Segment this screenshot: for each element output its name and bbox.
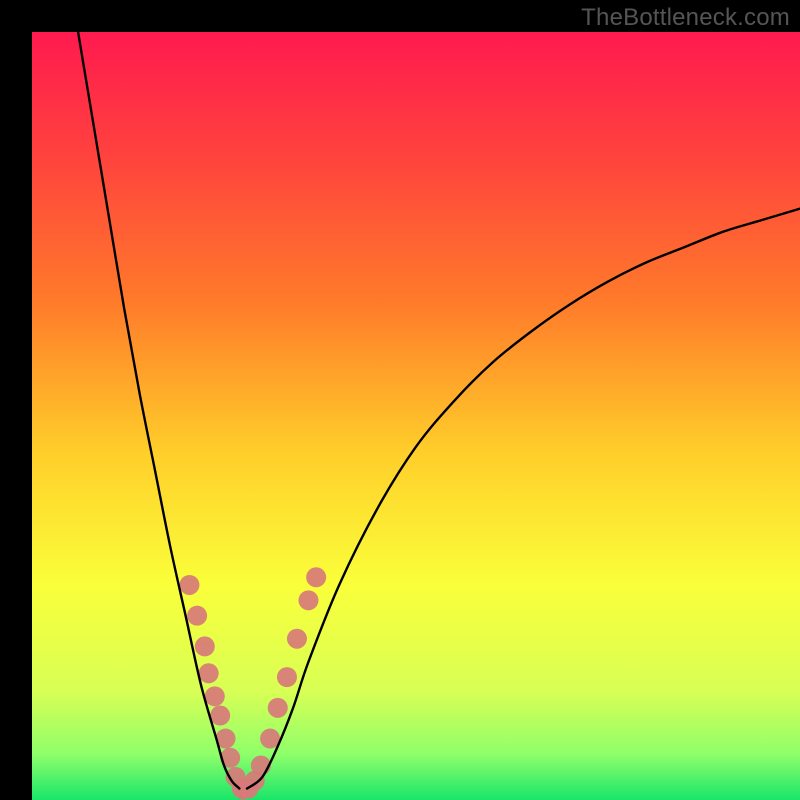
chart-frame: TheBottleneck.com xyxy=(0,0,800,800)
watermark-text: TheBottleneck.com xyxy=(581,4,790,32)
bottleneck-chart xyxy=(0,0,800,800)
